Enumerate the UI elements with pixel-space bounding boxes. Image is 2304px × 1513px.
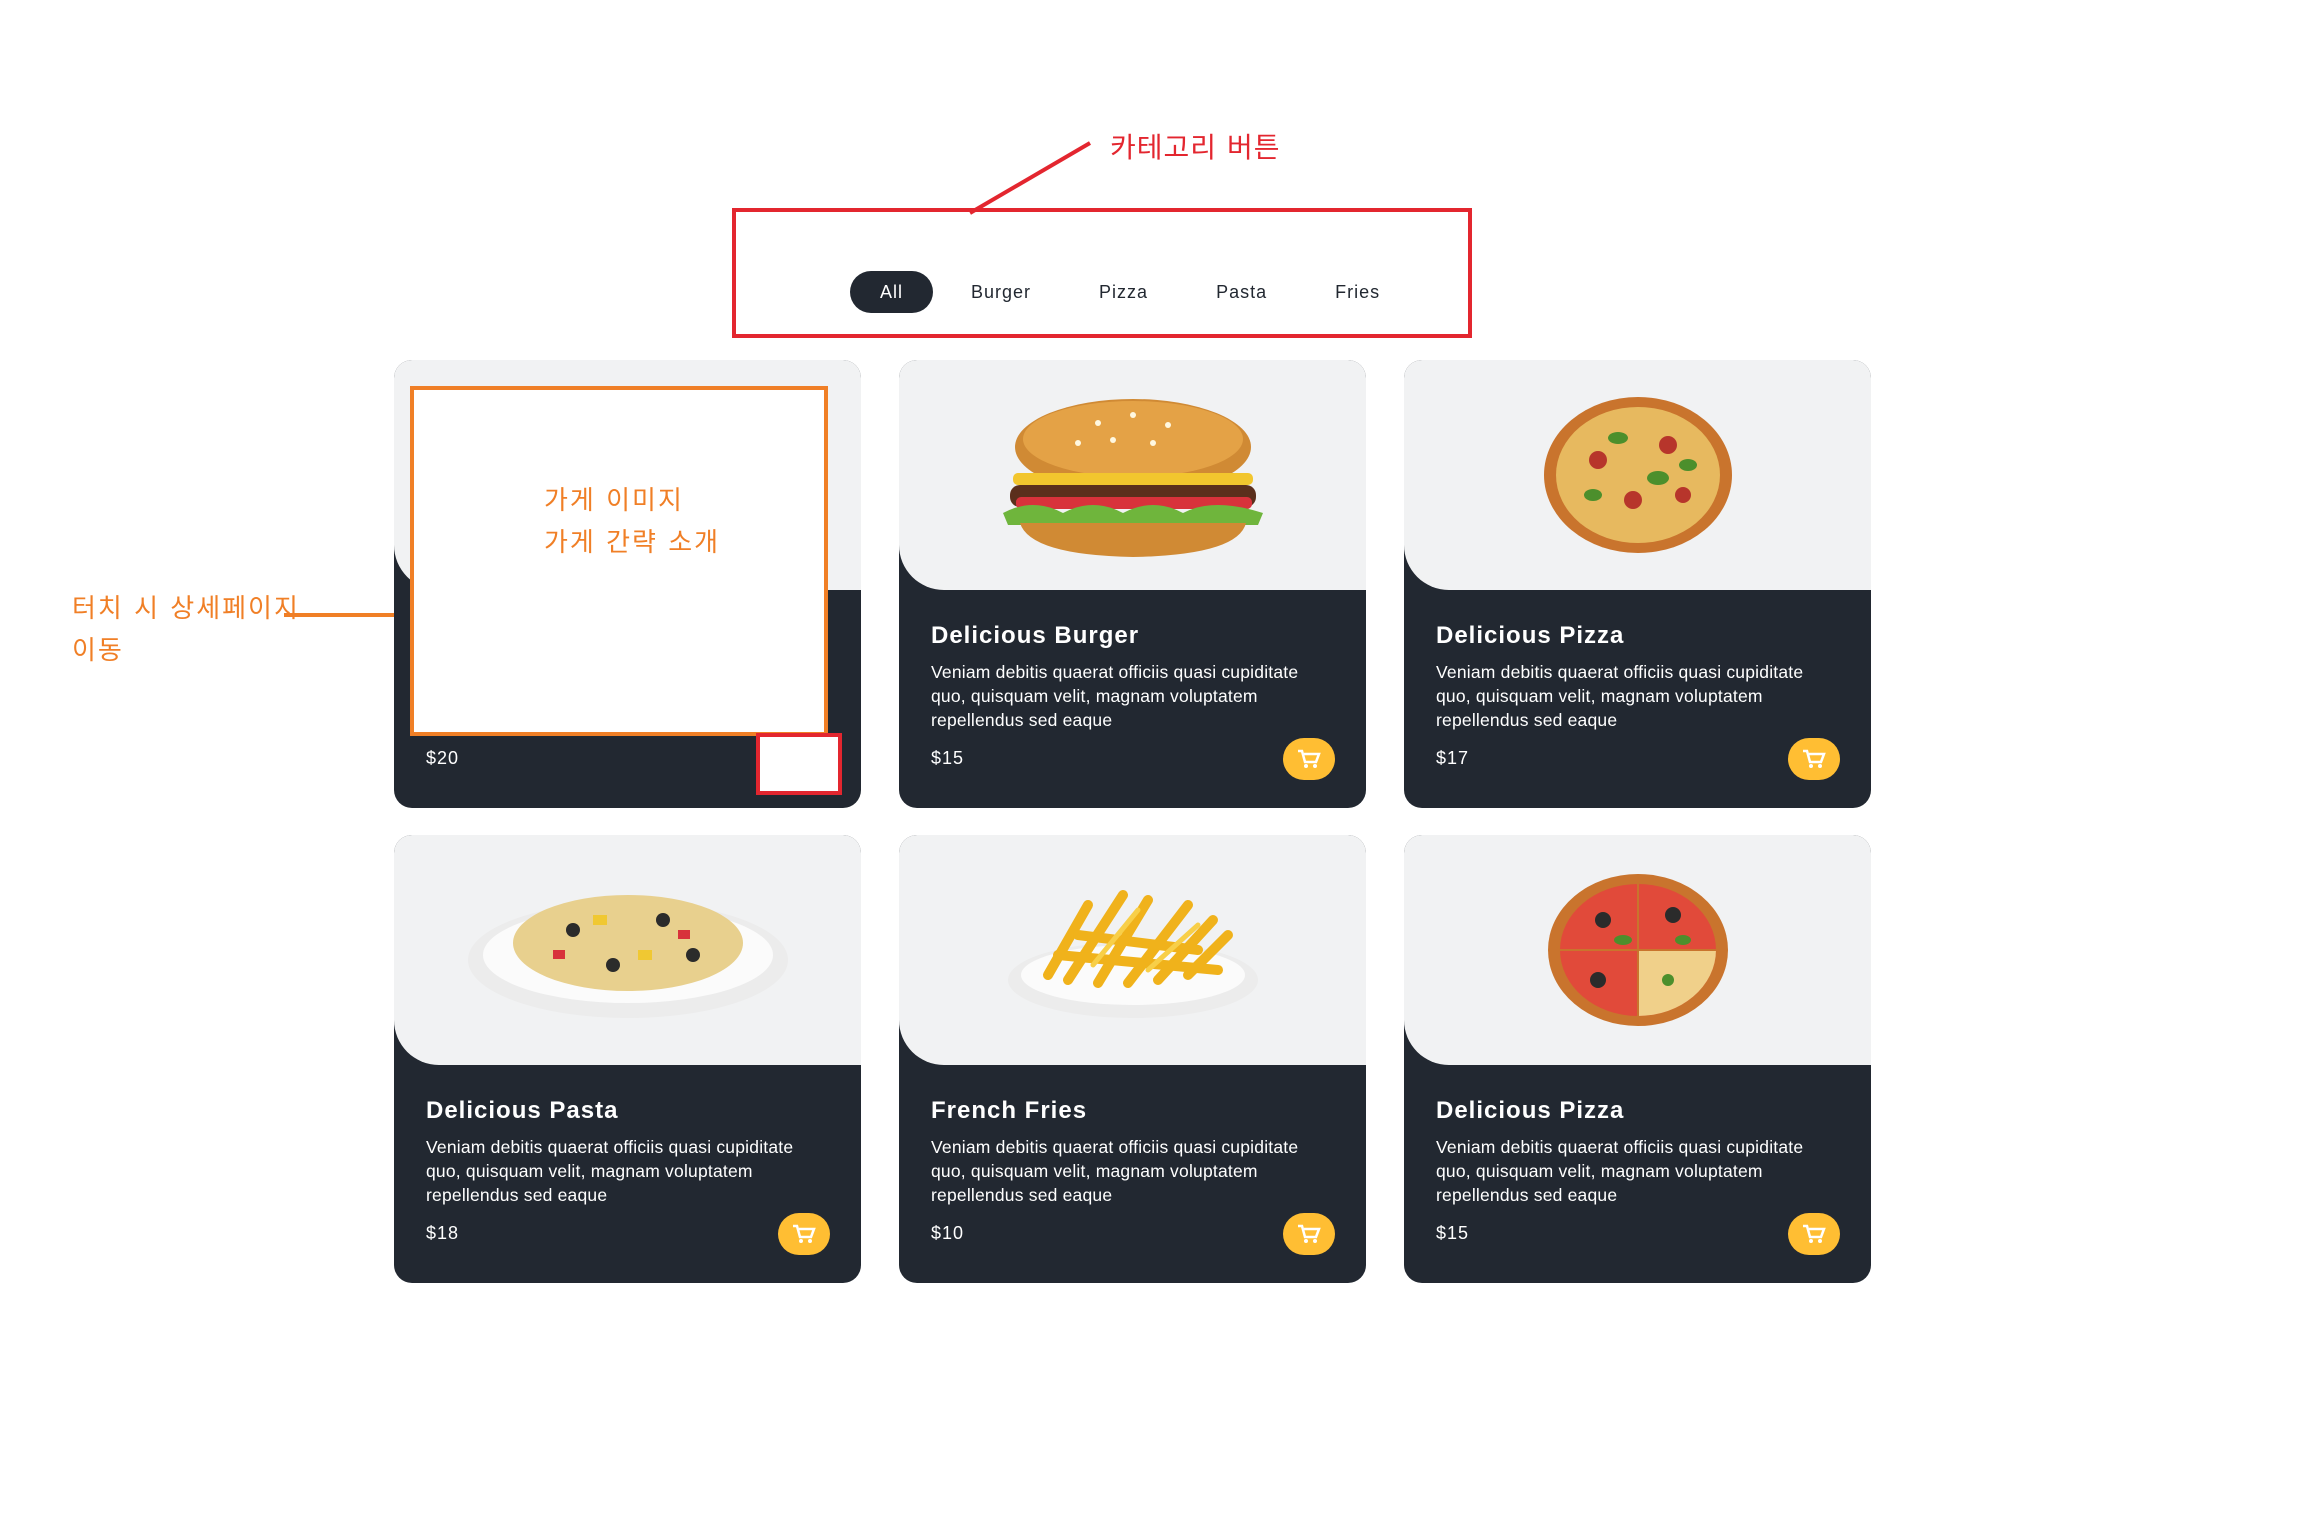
cart-icon (793, 1224, 816, 1243)
touch-annotation-line1: 터치 시 상세페이지 (72, 594, 300, 624)
tab-pizza[interactable]: Pizza (1069, 271, 1178, 313)
store-image-label: 가게 이미지 (544, 486, 684, 516)
pizza-image (1404, 360, 1871, 590)
fries-image (899, 835, 1366, 1065)
card-title: Delicious Pizza (1436, 1097, 1625, 1124)
card-title: Delicious Pasta (426, 1097, 619, 1124)
card-title: Delicious Pizza (1436, 622, 1625, 649)
tab-all[interactable]: All (850, 271, 934, 313)
tab-burger[interactable]: Burger (941, 271, 1061, 313)
touch-annotation-line2: 이동 (72, 636, 124, 666)
add-to-cart-button[interactable] (1788, 738, 1840, 780)
category-annotation: 카테고리 버튼 (1110, 131, 1281, 164)
burger-image (899, 360, 1366, 590)
store-intro-label: 가게 간략 소개 (544, 528, 721, 558)
card-body: Delicious Pasta Veniam debitis quaerat o… (426, 1085, 826, 1207)
store-info-placeholder: 가게 이미지 가게 간략 소개 (410, 386, 828, 736)
card-title: Delicious Burger (931, 622, 1140, 649)
tab-fries[interactable]: Fries (1305, 271, 1410, 313)
card-description: Veniam debitis quaerat officiis quasi cu… (931, 1137, 1299, 1205)
pasta-image (394, 835, 861, 1065)
card-price: $20 (426, 748, 460, 768)
card-body: Delicious Burger Veniam debitis quaerat … (931, 610, 1331, 732)
cart-icon (1803, 1224, 1826, 1243)
menu-card[interactable]: Delicious Pizza Veniam debitis quaerat o… (1404, 360, 1871, 808)
cart-icon (1298, 749, 1321, 768)
card-price: $10 (931, 1223, 965, 1243)
tab-pasta[interactable]: Pasta (1186, 271, 1297, 313)
card-price: $17 (1436, 748, 1470, 768)
add-to-cart-button[interactable] (1283, 738, 1335, 780)
card-description: Veniam debitis quaerat officiis quasi cu… (931, 662, 1299, 730)
card-body: Delicious Pizza Veniam debitis quaerat o… (1436, 610, 1836, 732)
card-description: Veniam debitis quaerat officiis quasi cu… (1436, 1137, 1804, 1205)
card-price: $15 (931, 748, 965, 768)
card-description: Veniam debitis quaerat officiis quasi cu… (426, 1137, 794, 1205)
pizza-image (1404, 835, 1871, 1065)
touch-annotation: 터치 시 상세페이지 이동 (72, 588, 300, 672)
cart-button-placeholder[interactable] (756, 733, 842, 795)
card-price: $15 (1436, 1223, 1470, 1243)
add-to-cart-button[interactable] (1283, 1213, 1335, 1255)
menu-card[interactable]: French Fries Veniam debitis quaerat offi… (899, 835, 1366, 1283)
menu-card[interactable]: Delicious Pasta Veniam debitis quaerat o… (394, 835, 861, 1283)
card-body: French Fries Veniam debitis quaerat offi… (931, 1085, 1331, 1207)
card-title: French Fries (931, 1097, 1088, 1124)
add-to-cart-button[interactable] (778, 1213, 830, 1255)
category-tabs: All Burger Pizza Pasta Fries (850, 271, 1418, 313)
menu-card[interactable]: $20 가게 이미지 가게 간략 소개 (394, 360, 861, 808)
menu-card[interactable]: Delicious Pizza Veniam debitis quaerat o… (1404, 835, 1871, 1283)
menu-card[interactable]: Delicious Burger Veniam debitis quaerat … (899, 360, 1366, 808)
add-to-cart-button[interactable] (1788, 1213, 1840, 1255)
cart-icon (1298, 1224, 1321, 1243)
card-description: Veniam debitis quaerat officiis quasi cu… (1436, 662, 1804, 730)
card-price: $18 (426, 1223, 460, 1243)
card-body: Delicious Pizza Veniam debitis quaerat o… (1436, 1085, 1836, 1207)
cart-icon (1803, 749, 1826, 768)
